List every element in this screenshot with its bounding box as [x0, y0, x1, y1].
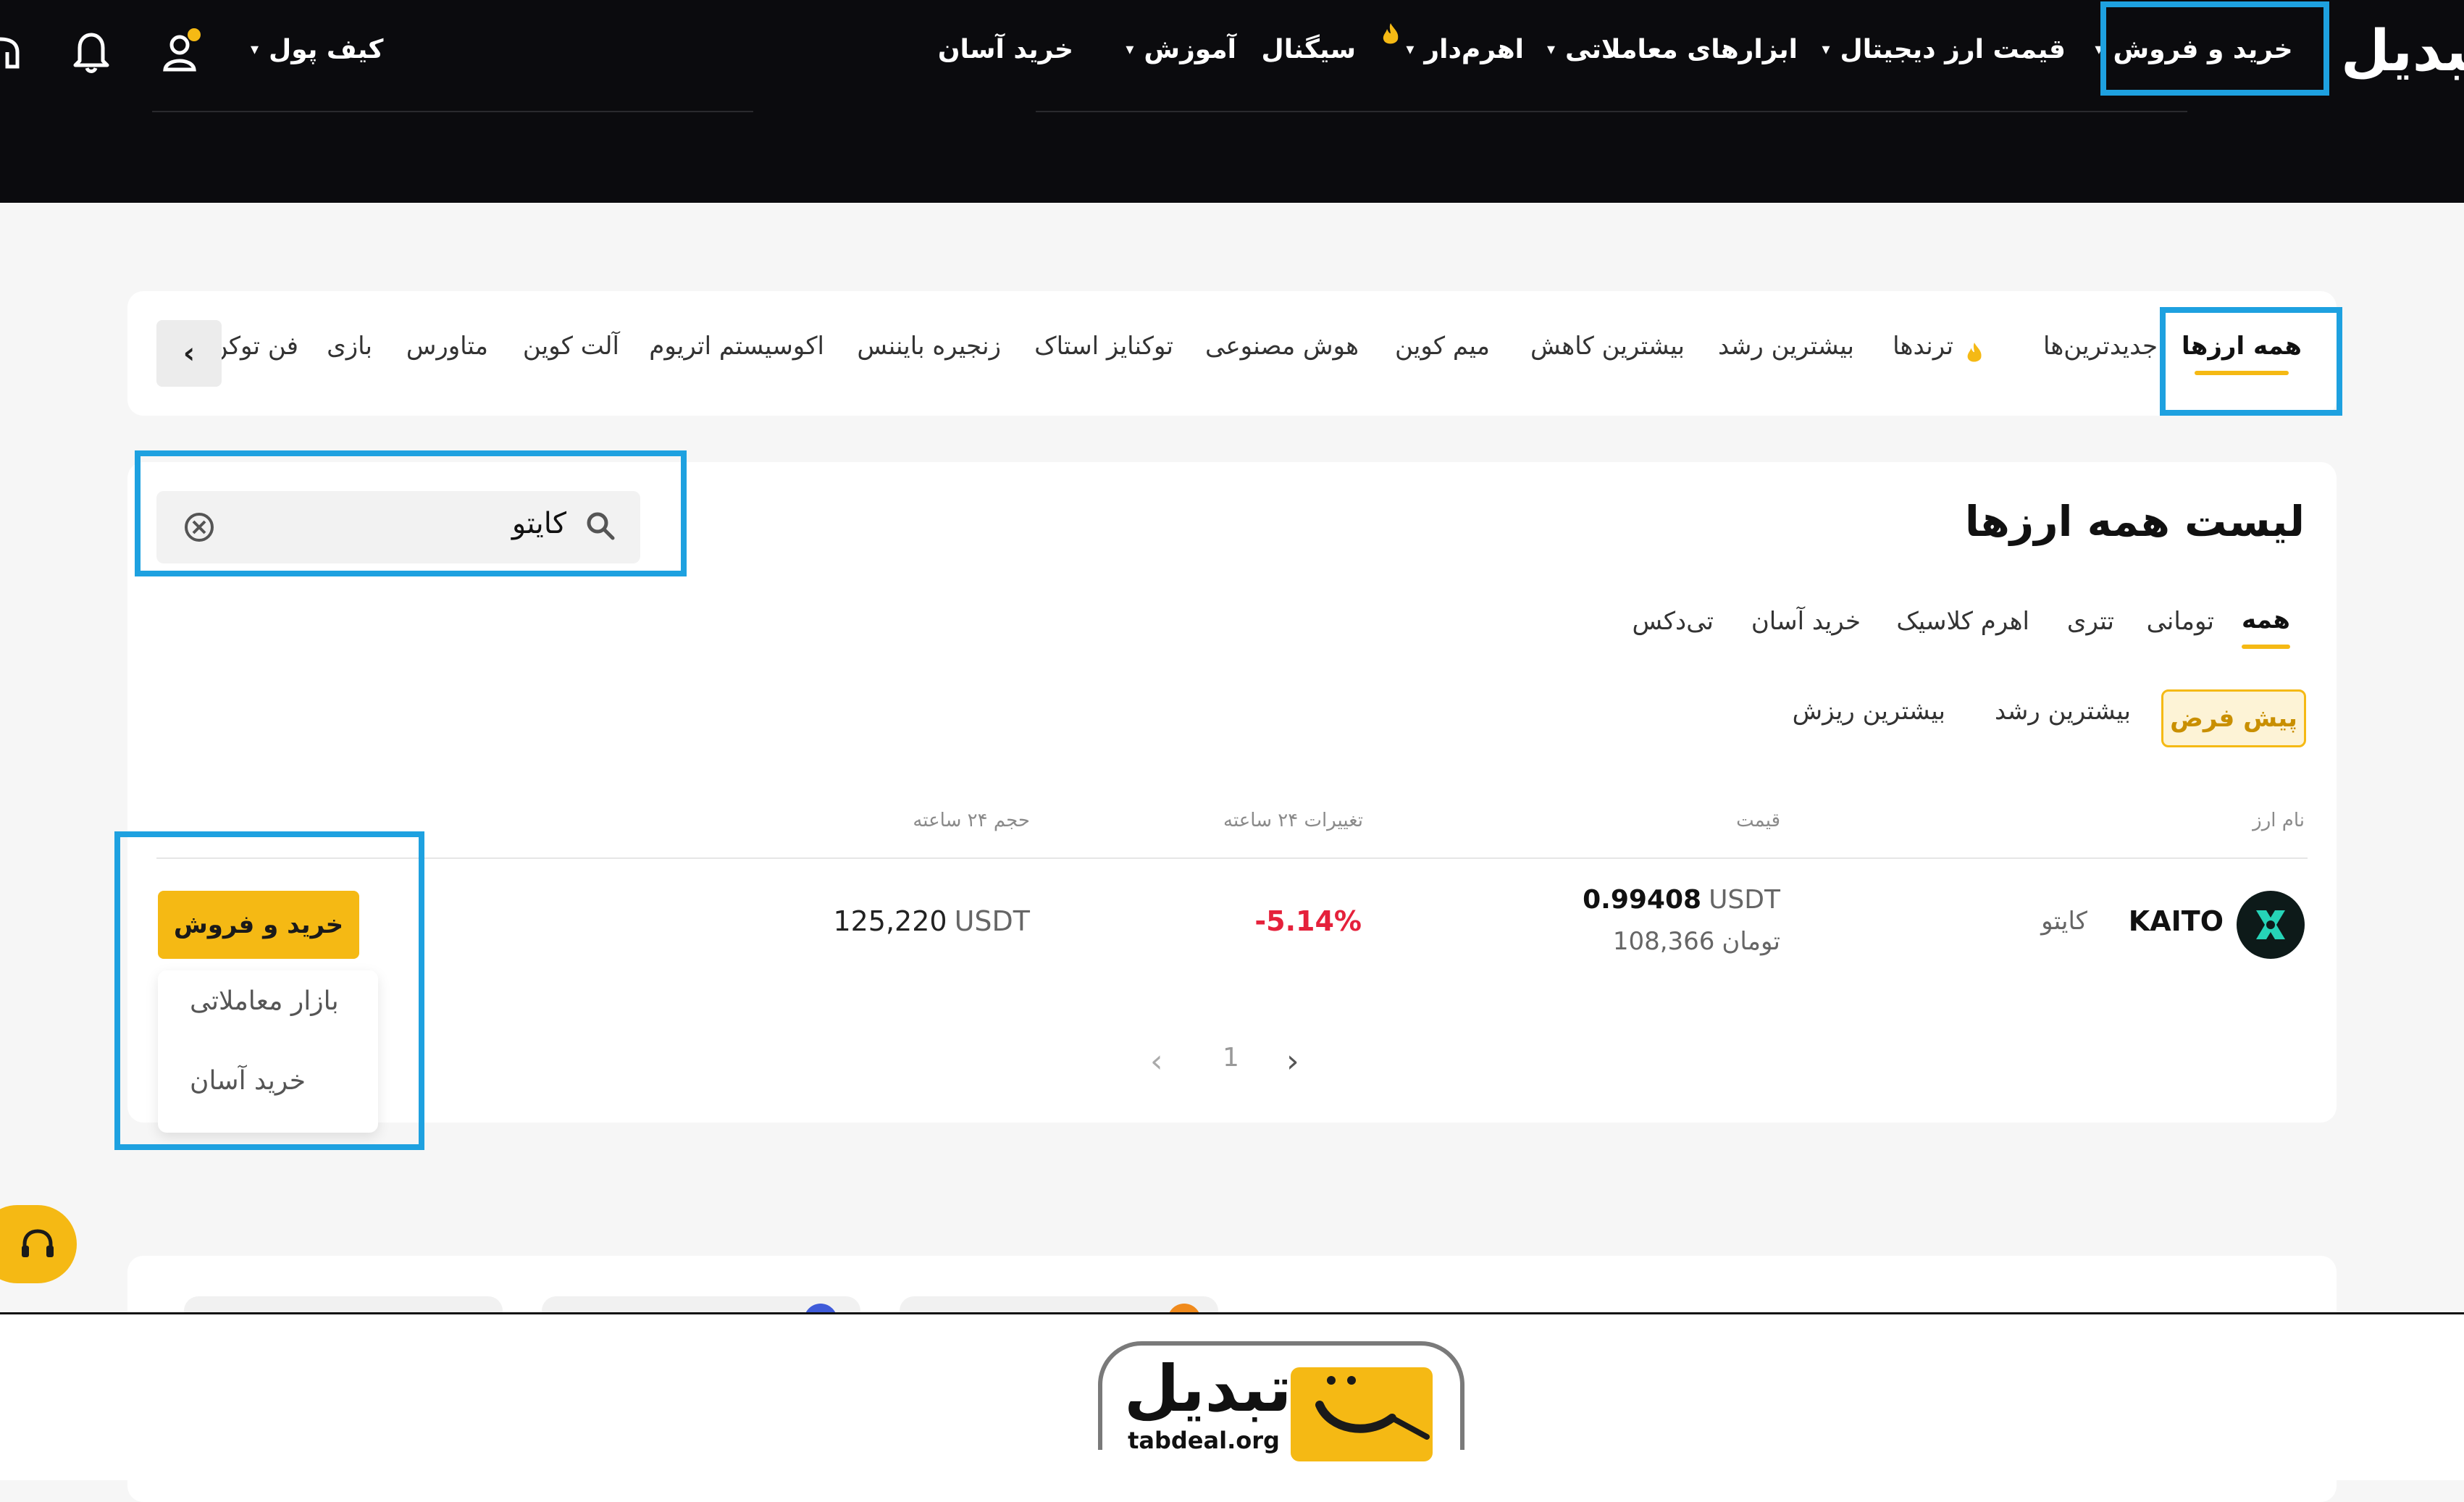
price-toman-unit: تومان [1722, 927, 1780, 956]
market-trade-link[interactable]: بازار معاملاتی [190, 986, 339, 1016]
next-page-icon[interactable]: › [1286, 1043, 1299, 1080]
buy-sell-button[interactable]: خرید و فروش [158, 891, 359, 959]
fire-icon [1965, 340, 1984, 366]
nav-prices[interactable]: قیمت ارز دیجیتال ▾ [1822, 28, 2066, 71]
prev-page-icon[interactable]: ‹ [1150, 1043, 1163, 1080]
coin-symbol: KAITO [2128, 905, 2224, 937]
nav-divider [1036, 111, 2187, 112]
nav-buy-sell-label: خرید و فروش [2113, 34, 2293, 64]
category-fan-token[interactable]: فن توکن [217, 332, 298, 361]
volume-24h: 125,220 USDT [833, 905, 1030, 937]
tab-tdex[interactable]: تی‌دکس [1633, 607, 1714, 636]
sort-default-label: پیش فرض [2170, 704, 2297, 733]
search-input[interactable]: کایتو [377, 507, 566, 540]
category-all-label: همه ارزها [2182, 332, 2302, 361]
headset-icon [17, 1224, 58, 1264]
page-title: لیست همه ارزها [1964, 497, 2305, 546]
nav-signal-label: سیگنال [1261, 34, 1356, 64]
wallet-label: کیف پول [269, 34, 384, 64]
price-usdt-value: 0.99408 [1583, 885, 1702, 915]
fire-icon [1380, 22, 1401, 48]
nav-signal[interactable]: سیگنال [1262, 28, 1356, 71]
footer-logo-icon [1291, 1367, 1433, 1461]
nav-easy-buy-label: خرید آسان [937, 34, 1073, 64]
volume-value: 125,220 [833, 905, 947, 937]
coin-logo [2237, 891, 2305, 959]
category-game[interactable]: بازی [327, 332, 372, 361]
category-trends[interactable]: ترندها [1893, 332, 1953, 361]
category-active[interactable]: همه ارزها [2180, 319, 2303, 385]
easy-buy-link[interactable]: خرید آسان [190, 1066, 306, 1096]
header-divider [156, 857, 2308, 859]
change-24h: -5.14% [1254, 905, 1362, 937]
price-usdt-unit: USDT [1709, 885, 1780, 915]
headset-icon[interactable] [0, 29, 20, 75]
active-underline [2242, 645, 2290, 649]
category-top-losers[interactable]: بیشترین کاهش [1530, 332, 1685, 361]
sort-default[interactable]: پیش فرض [2161, 689, 2306, 747]
chevron-down-icon: ▾ [1406, 40, 1415, 59]
sort-top-gainers[interactable]: بیشترین رشد [1995, 697, 2131, 726]
table-row[interactable] [156, 862, 2308, 978]
category-ai[interactable]: هوش مصنوعی [1205, 332, 1359, 361]
nav-leverage[interactable]: اهرم‌دار ▾ [1406, 28, 1524, 71]
header-volume: حجم ۲۴ ساعته [913, 810, 1030, 831]
chevron-left-icon: ‹ [183, 337, 196, 370]
clear-icon[interactable] [183, 511, 216, 544]
volume-unit: USDT [954, 905, 1030, 937]
nav-divider [152, 111, 753, 112]
active-underline [2195, 371, 2289, 375]
user-icon[interactable] [159, 28, 203, 75]
tab-all[interactable]: همه [2242, 605, 2290, 649]
price-toman-value: 108,366 [1612, 927, 1715, 956]
bell-icon[interactable] [70, 28, 113, 75]
footer-brand: تبدیل [1124, 1351, 1292, 1426]
tab-tether[interactable]: تتری [2067, 607, 2114, 636]
nav-prices-label: قیمت ارز دیجیتال [1840, 34, 2066, 64]
category-top-gainers[interactable]: بیشترین رشد [1718, 332, 1854, 361]
category-metaverse[interactable]: متاورس [406, 332, 488, 361]
category-newest[interactable]: جدیدترین‌ها [2043, 332, 2158, 361]
category-ethereum[interactable]: اکوسیستم اتریوم [649, 332, 824, 361]
wallet-menu[interactable]: کیف پول ▾ [251, 28, 383, 71]
chevron-down-icon: ▾ [1126, 40, 1134, 59]
price-usdt: 0.99408 USDT [1583, 885, 1780, 915]
nav-trading-tools[interactable]: ابزارهای معاملاتی ▾ [1547, 28, 1798, 71]
category-tokenized-stock[interactable]: توکنایز استاک [1034, 332, 1173, 361]
logo[interactable]: تبدیل [2341, 19, 2464, 84]
category-bnb-chain[interactable]: زنجیره بایننس [857, 332, 1001, 361]
page-number[interactable]: 1 [1223, 1043, 1239, 1073]
header-price: قیمت [1736, 810, 1780, 831]
header-name: نام ارز [2253, 810, 2305, 831]
nav-trading-tools-label: ابزارهای معاملاتی [1564, 34, 1798, 64]
chevron-down-icon: ▾ [1546, 40, 1555, 59]
coin-name: کایتو [2041, 907, 2087, 936]
nav-education-label: آموزش [1144, 34, 1236, 64]
tab-easy-buy[interactable]: خرید آسان [1751, 607, 1861, 636]
tab-toman[interactable]: تومانی [2147, 607, 2214, 636]
price-toman: تومان 108,366 [1613, 927, 1780, 956]
header-change: تغییرات ۲۴ ساعته [1223, 810, 1363, 831]
sort-top-losers[interactable]: بیشترین ریزش [1793, 697, 1945, 726]
footer-domain: tabdeal.org [1128, 1427, 1280, 1454]
nav-leverage-label: اهرم‌دار [1424, 34, 1524, 64]
nav-education[interactable]: آموزش ▾ [1126, 28, 1236, 71]
nav-buy-sell[interactable]: خرید و فروش ▾ [2089, 28, 2299, 71]
chevron-down-icon: ▾ [1822, 40, 1830, 59]
search-icon [584, 509, 617, 542]
category-meme[interactable]: میم کوین [1395, 332, 1490, 361]
nav-easy-buy[interactable]: خرید آسان [938, 28, 1073, 71]
scroll-left-button[interactable]: ‹ [156, 320, 222, 387]
tab-classic-leverage[interactable]: اهرم کلاسیک [1896, 607, 2029, 636]
category-altcoin[interactable]: آلت کوین [523, 332, 619, 361]
chevron-down-icon: ▾ [2095, 40, 2103, 59]
kaito-x-icon [2256, 910, 2285, 939]
tab-all-label: همه [2242, 605, 2290, 634]
chevron-down-icon: ▾ [251, 40, 259, 59]
category-fan-token-clip: فن توکن [217, 319, 298, 377]
